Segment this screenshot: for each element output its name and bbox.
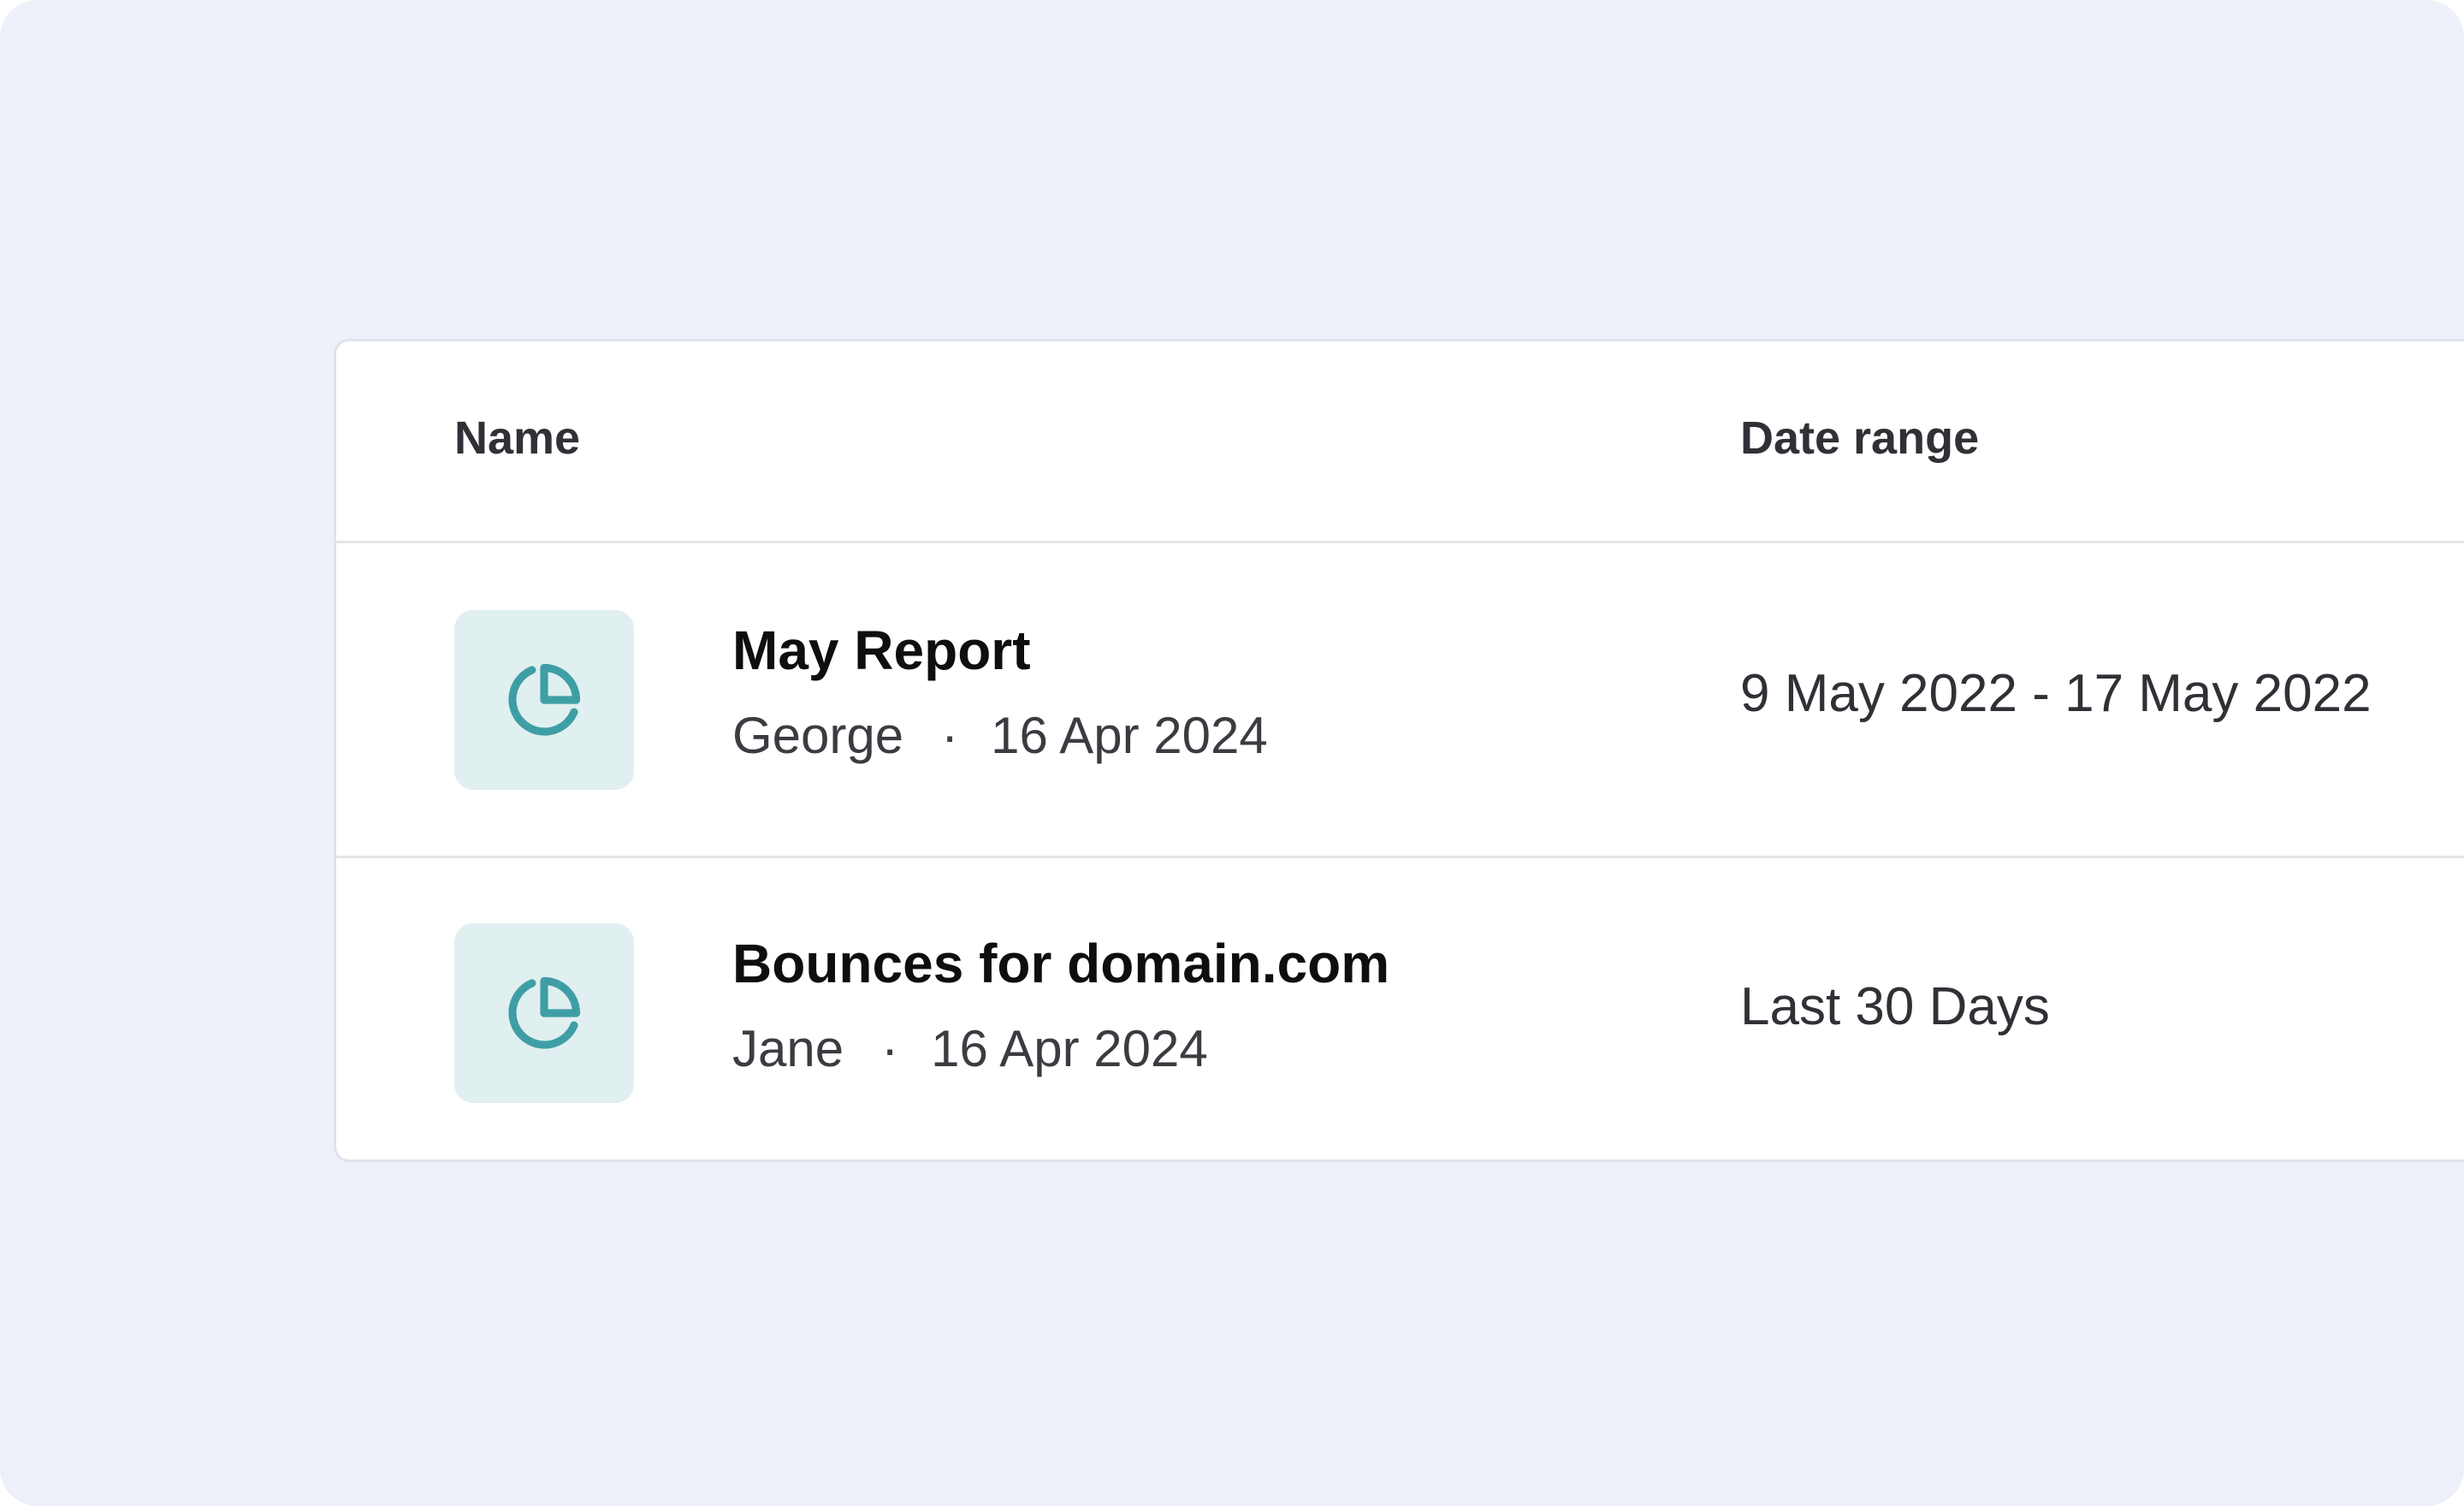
table-row[interactable]: May Report George · 16 Apr 2024 9 May 2022… xyxy=(336,543,2464,858)
report-date: 16 Apr 2024 xyxy=(991,707,1268,764)
report-icon-tile xyxy=(454,610,634,790)
report-date-range: 9 May 2022 - 17 May 2022 xyxy=(1740,664,2372,723)
pie-chart-icon xyxy=(508,976,581,1049)
report-meta: George · 16 Apr 2024 xyxy=(732,706,1268,765)
column-header-name[interactable]: Name xyxy=(454,412,580,465)
meta-separator: · xyxy=(881,1020,899,1077)
report-meta: Jane · 16 Apr 2024 xyxy=(732,1019,1208,1078)
reports-table: Name Date range May Report George · 16 Apr… xyxy=(334,339,2464,1162)
table-header: Name Date range xyxy=(336,341,2464,543)
report-author: George xyxy=(732,707,904,764)
column-header-date-range[interactable]: Date range xyxy=(1740,412,1979,465)
report-icon-tile xyxy=(454,923,634,1103)
meta-separator: · xyxy=(941,707,959,764)
report-title[interactable]: Bounces for domain.com xyxy=(732,932,1389,995)
report-date: 16 Apr 2024 xyxy=(931,1020,1208,1077)
report-title[interactable]: May Report xyxy=(732,619,1031,682)
report-author: Jane xyxy=(732,1020,844,1077)
table-row[interactable]: Bounces for domain.com Jane · 16 Apr 2024 … xyxy=(336,858,2464,1162)
report-date-range: Last 30 Days xyxy=(1740,977,2050,1036)
pie-chart-icon xyxy=(508,663,581,736)
page-background: Name Date range May Report George · 16 Apr… xyxy=(0,0,2464,1506)
